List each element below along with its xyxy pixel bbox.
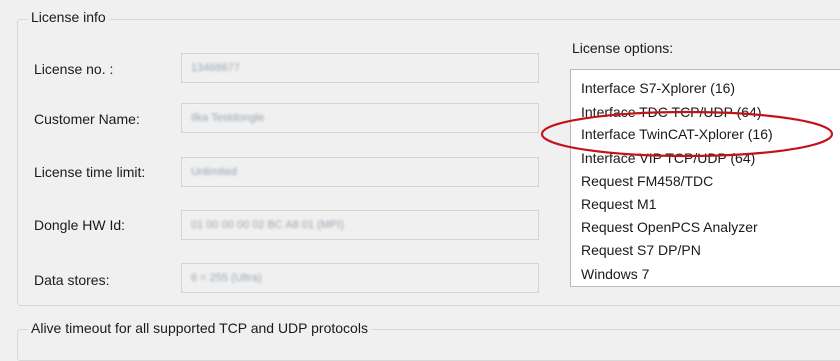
option-item[interactable]: Interface TwinCAT-Xplorer (16) [581,126,773,142]
license-no-value: 13468677 [191,62,240,74]
dongle-hw-id-label: Dongle HW Id: [34,217,126,233]
customer-name-label: Customer Name: [34,111,140,127]
license-options-label: License options: [572,40,674,56]
license-time-limit-label: License time limit: [34,164,146,180]
license-no-label: License no. : [34,61,114,77]
license-no-field[interactable]: 13468677 [181,53,539,83]
option-item[interactable]: Interface S7-Xplorer (16) [581,80,735,96]
data-stores-field[interactable]: 6 = 255 (Ultra) [181,263,539,293]
alive-timeout-title: Alive timeout for all supported TCP and … [28,320,371,336]
customer-name-field[interactable]: Ilka Testdongle [181,103,539,133]
option-item[interactable]: Request OpenPCS Analyzer [581,219,758,235]
data-stores-label: Data stores: [34,272,110,288]
option-item[interactable]: Interface VIP TCP/UDP (64) [581,150,755,166]
option-item[interactable]: Request S7 DP/PN [581,242,701,258]
dongle-hw-id-value: 01 00 00 00 02 BC A8 01 (MPI) [191,219,344,231]
license-time-limit-field[interactable]: Unlimited [181,157,539,187]
license-options-list[interactable]: Interface S7-Xplorer (16) Interface TDC … [570,69,840,287]
license-info-title: License info [28,9,109,25]
customer-name-value: Ilka Testdongle [191,112,265,124]
dongle-hw-id-field[interactable]: 01 00 00 00 02 BC A8 01 (MPI) [181,210,539,240]
option-item[interactable]: Request FM458/TDC [581,173,713,189]
option-item[interactable]: Windows 7 [581,266,649,282]
data-stores-value: 6 = 255 (Ultra) [191,272,262,284]
option-item[interactable]: Request M1 [581,196,656,212]
option-item[interactable]: Interface TDC TCP/UDP (64) [581,104,762,120]
license-time-limit-value: Unlimited [191,166,237,178]
